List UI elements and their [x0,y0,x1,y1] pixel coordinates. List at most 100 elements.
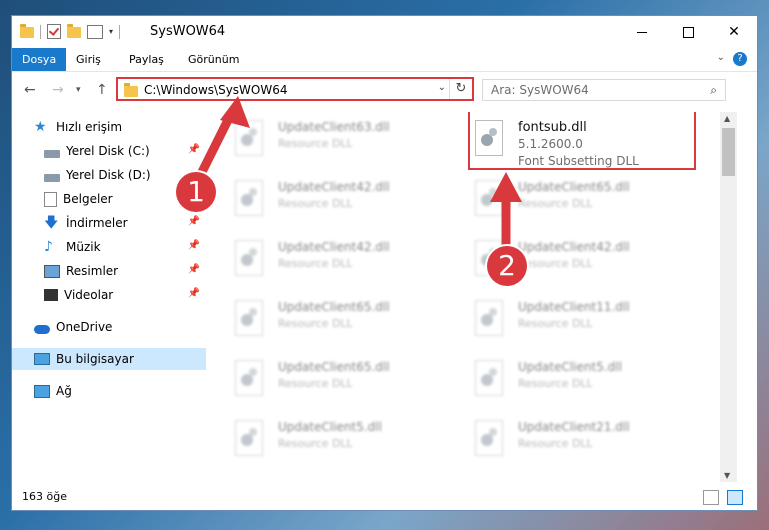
list-item[interactable]: UpdateClient65.dll Resource DLL [472,176,692,228]
window-title: SysWOW64 [150,24,226,39]
item-count: 163 öğe [22,490,67,503]
scroll-up-icon[interactable]: ▲ [724,114,730,123]
status-bar: 163 öğe [12,486,757,510]
file-description: Resource DLL [518,317,593,330]
sidebar-item-label: Müzik [66,240,101,254]
list-item[interactable]: UpdateClient21.dll Resource DLL [472,416,692,462]
file-name: UpdateClient65.dll [278,360,390,374]
tab-gorunum[interactable]: Görünüm [178,48,249,71]
maximize-button[interactable] [665,16,711,48]
file-name: UpdateClient63.dll [278,120,390,134]
tab-paylas[interactable]: Paylaş [119,48,174,71]
address-bar[interactable]: C:\Windows\SysWOW64 ⌄ ↻ [116,77,474,101]
toolbar-separator [40,24,41,39]
sidebar-item-label: Belgeler [63,192,113,206]
sidebar-item-yerel-disk-c[interactable]: Yerel Disk (C:) 📌 [12,140,206,162]
pin-icon[interactable]: 📌 [188,216,200,227]
scroll-down-icon[interactable]: ▼ [724,471,730,480]
sidebar-item-onedrive[interactable]: OneDrive [12,316,206,338]
address-folder-icon [124,83,138,97]
list-item[interactable]: UpdateClient65.dll Resource DLL [232,356,452,408]
network-icon [34,384,50,398]
star-icon: ★ [34,119,47,135]
refresh-icon[interactable]: ↻ [449,79,472,99]
window-controls: ✕ [619,16,757,48]
sidebar-item-quick-access[interactable]: ★ Hızlı erişim [12,116,206,138]
scrollbar-thumb[interactable] [722,128,735,176]
file-description: Resource DLL [278,437,353,450]
search-placeholder: Ara: SysWOW64 [491,83,589,97]
pictures-icon [44,264,60,278]
sidebar-item-network[interactable]: Ağ [12,380,206,402]
address-path[interactable]: C:\Windows\SysWOW64 [144,83,288,97]
search-icon[interactable]: ⌕ [710,83,717,98]
sidebar-item-resimler[interactable]: Resimler 📌 [12,260,206,282]
list-item[interactable]: UpdateClient11.dll Resource DLL [472,296,692,348]
list-item[interactable]: UpdateClient63.dll Resource DLL [232,116,452,168]
navigation-pane: ★ Hızlı erişim Yerel Disk (C:) 📌 Yerel D… [12,112,206,462]
file-description: Resource DLL [518,197,593,210]
sidebar-item-label: Hızlı erişim [56,120,123,134]
file-list: UpdateClient63.dll Resource DLL UpdateCl… [212,112,722,462]
pin-icon[interactable]: 📌 [188,264,200,275]
pin-icon[interactable]: 📌 [188,144,200,155]
file-name: UpdateClient42.dll [518,240,630,254]
file-description: Resource DLL [278,257,353,270]
list-item[interactable]: UpdateClient5.dll Resource DLL [472,356,692,408]
vertical-scrollbar[interactable]: ▲ ▼ [720,112,737,482]
details-view-icon[interactable] [703,490,719,505]
expand-ribbon-chevron-icon[interactable]: ⌄ [717,52,725,63]
file-name: fontsub.dll [518,120,587,135]
recent-locations-chevron-icon[interactable]: ▾ [76,85,81,95]
address-dropdown-chevron-icon[interactable]: ⌄ [438,82,446,93]
dll-file-icon [232,360,266,400]
properties-check-icon[interactable] [47,24,61,39]
sidebar-item-muzik[interactable]: ♪ Müzik 📌 [12,236,206,258]
sidebar-item-label: Videolar [64,288,114,302]
list-item[interactable]: UpdateClient65.dll Resource DLL [232,296,452,348]
list-item[interactable]: UpdateClient42.dll Resource DLL [232,176,452,228]
sidebar-item-label: Yerel Disk (D:) [66,168,151,182]
dll-file-icon [232,240,266,280]
file-description: Resource DLL [518,437,593,450]
dll-file-icon [232,300,266,340]
minimize-button[interactable] [619,16,665,48]
customize-toolbar-chevron-icon[interactable]: ▾ [109,27,113,36]
sidebar-item-indirmeler[interactable]: 🡇 İndirmeler 📌 [12,212,206,234]
quick-access-toolbar: ▾ [20,24,121,39]
sidebar-item-label: Bu bilgisayar [56,352,134,366]
sidebar-item-label: Yerel Disk (C:) [66,144,150,158]
title-bar: ▾ SysWOW64 ✕ [12,16,757,48]
properties-icon[interactable] [87,24,103,39]
up-arrow-icon[interactable]: ↑ [96,82,108,98]
file-name: UpdateClient5.dll [278,420,382,434]
pin-icon[interactable]: 📌 [188,240,200,251]
list-item-fontsub[interactable]: fontsub.dll 5.1.2600.0 Font Subsetting D… [472,116,692,168]
toolbar-separator-2 [119,24,121,39]
file-name: UpdateClient65.dll [518,180,630,194]
tiles-view-icon[interactable] [727,490,743,505]
sidebar-item-label: Resimler [66,264,119,278]
pin-icon[interactable]: 📌 [188,288,200,299]
help-icon[interactable]: ? [733,52,747,66]
file-description: Resource DLL [518,377,593,390]
tab-giris[interactable]: Giriş [66,48,111,71]
sidebar-item-this-pc[interactable]: Bu bilgisayar [12,348,206,370]
documents-icon [44,191,57,207]
folder-icon [20,24,34,38]
disk-icon [44,174,60,182]
file-version: 5.1.2600.0 [518,137,583,151]
music-icon: ♪ [44,239,53,255]
back-arrow-icon[interactable]: ← [24,82,36,98]
search-input[interactable]: Ara: SysWOW64 ⌕ [482,79,726,101]
sidebar-item-label: İndirmeler [66,216,128,230]
list-item[interactable]: UpdateClient42.dll Resource DLL [232,236,452,288]
tab-dosya[interactable]: Dosya [12,48,66,71]
list-item[interactable]: UpdateClient5.dll Resource DLL [232,416,452,462]
dll-file-icon [472,360,506,400]
videos-icon [44,289,58,301]
new-folder-icon[interactable] [67,24,81,38]
close-button[interactable]: ✕ [711,16,757,48]
forward-arrow-icon[interactable]: → [52,82,64,98]
sidebar-item-videolar[interactable]: Videolar 📌 [12,284,206,306]
